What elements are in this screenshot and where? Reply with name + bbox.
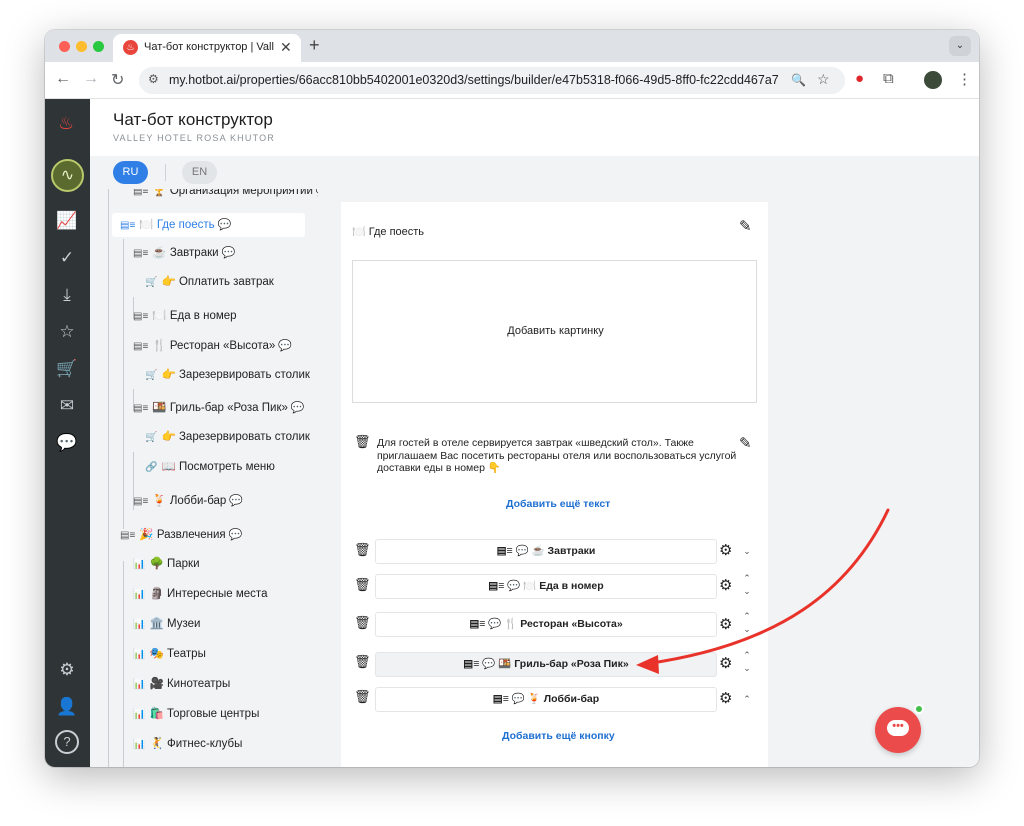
annotation-arrow xyxy=(636,508,890,674)
